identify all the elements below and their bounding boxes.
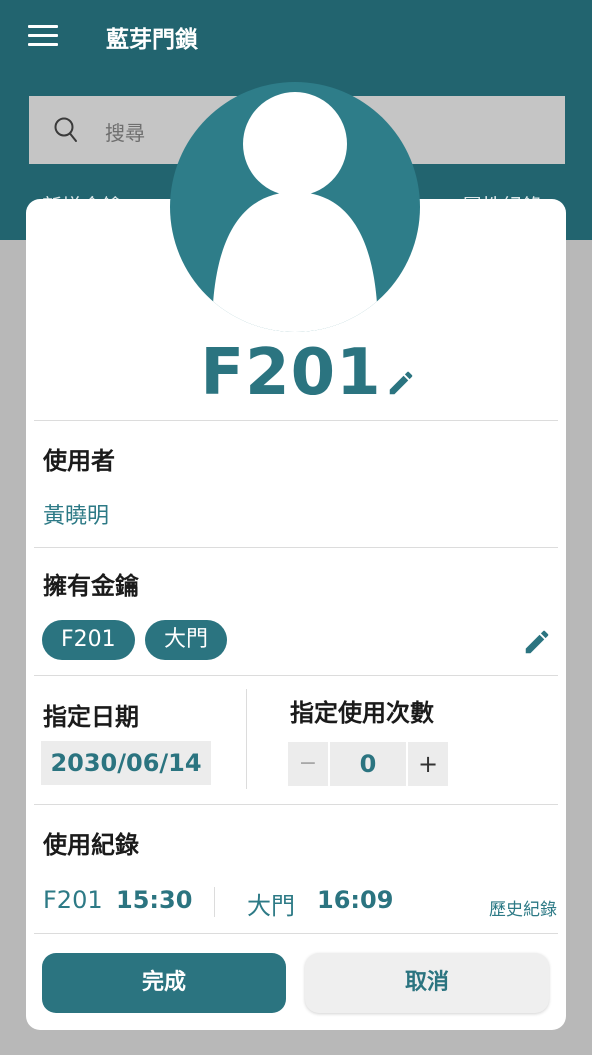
count-label: 指定使用次數 — [290, 699, 434, 727]
search-icon — [54, 117, 77, 142]
vertical-divider — [246, 689, 247, 789]
log-separator — [214, 887, 215, 917]
divider — [34, 675, 558, 676]
log-entry-key: 大門 — [247, 892, 295, 920]
divider — [34, 547, 558, 548]
key-chip[interactable]: F201 — [42, 620, 135, 660]
divider — [34, 804, 558, 805]
log-label: 使用紀錄 — [43, 831, 139, 859]
search-input[interactable]: 搜尋 — [105, 117, 145, 146]
user-name: 黃曉明 — [43, 504, 110, 529]
log-entry-key: F201 — [43, 886, 103, 914]
date-picker[interactable]: 2030/06/14 — [41, 741, 211, 785]
cancel-button[interactable]: 取消 — [305, 953, 549, 1013]
edit-keys-icon[interactable] — [522, 627, 552, 657]
count-stepper: − 0 + — [288, 742, 448, 786]
key-chip[interactable]: 大門 — [145, 620, 228, 660]
date-label: 指定日期 — [43, 703, 139, 731]
decrement-button[interactable]: − — [288, 742, 328, 786]
divider — [34, 933, 558, 934]
avatar — [170, 82, 420, 332]
increment-button[interactable]: + — [408, 742, 448, 786]
user-label: 使用者 — [43, 447, 115, 475]
log-entry-time: 15:30 — [116, 886, 193, 914]
keys-label: 擁有金鑰 — [43, 572, 139, 600]
done-button[interactable]: 完成 — [42, 953, 286, 1013]
device-name: F201 — [200, 336, 382, 410]
log-entry-time: 16:09 — [317, 886, 394, 914]
user-silhouette-icon — [212, 92, 378, 332]
history-link[interactable]: 歷史紀錄 — [489, 895, 557, 920]
divider — [34, 420, 558, 421]
edit-name-icon[interactable] — [386, 368, 416, 398]
app-title: 藍芽門鎖 — [106, 27, 198, 53]
count-value[interactable]: 0 — [328, 742, 408, 786]
menu-icon[interactable] — [28, 25, 58, 47]
